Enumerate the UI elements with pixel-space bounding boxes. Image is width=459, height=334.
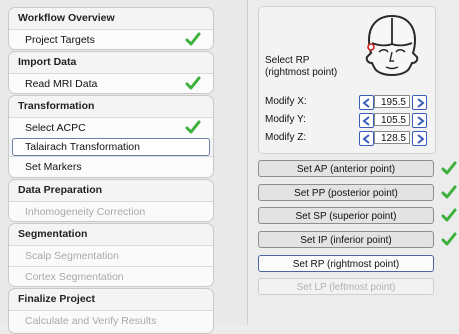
set-ap-button[interactable]: Set AP (anterior point) [258,160,434,177]
group-data-preparation: Data Preparation Inhomogeneity Correctio… [8,179,214,222]
step-set-markers[interactable]: Set Markers [9,156,213,177]
arrow-left-icon [362,134,370,144]
arrow-right-icon [417,134,425,144]
modify-x-stepper: 195.5 [359,95,427,110]
modify-y-value[interactable]: 105.5 [374,113,410,126]
set-ip-button[interactable]: Set IP (inferior point) [258,231,434,248]
arrow-left-icon [362,98,370,108]
group-transformation: Transformation Select ACPC Talairach Tra… [8,95,214,178]
modify-z-label: Modify Z: [265,132,307,143]
group-finalize-project: Finalize Project Calculate and Verify Re… [8,288,214,334]
set-sp-button[interactable]: Set SP (superior point) [258,207,434,224]
step-label: Cortex Segmentation [25,271,124,283]
checkmark-icon [441,185,457,199]
arrow-right-icon [417,116,425,126]
step-inhomogeneity-correction: Inhomogeneity Correction [9,201,213,221]
head-front-view-icon [365,14,419,77]
step-cortex-segmentation: Cortex Segmentation [9,266,213,286]
select-point-sublabel: (rightmost point) [265,67,338,78]
decrement-y-button[interactable] [359,113,374,128]
checkmark-icon [441,161,457,175]
modify-y-label: Modify Y: [265,114,306,125]
modify-z-stepper: 128.5 [359,131,427,146]
modify-x-value[interactable]: 195.5 [374,95,410,108]
step-project-targets[interactable]: Project Targets [9,29,213,49]
arrow-left-icon [362,116,370,126]
set-rp-button[interactable]: Set RP (rightmost point) [258,255,434,272]
step-label: Inhomogeneity Correction [25,206,146,218]
step-label: Scalp Segmentation [25,250,119,262]
step-label: Set Markers [25,161,82,173]
step-select-acpc[interactable]: Select ACPC [9,117,213,138]
step-label: Project Targets [25,34,95,46]
set-lp-button: Set LP (leftmost point) [258,278,434,295]
group-title: Segmentation [18,228,88,240]
group-workflow-overview: Workflow Overview Project Targets [8,7,214,50]
step-label: Talairach Transformation [25,141,140,153]
step-label: Read MRI Data [25,78,98,90]
arrow-right-icon [417,98,425,108]
step-label: Select ACPC [25,122,86,134]
increment-y-button[interactable] [412,113,427,128]
step-calculate-verify-results: Calculate and Verify Results [9,310,213,331]
group-title: Workflow Overview [18,12,115,24]
workflow-panel: Workflow Overview Project Targets Import… [0,0,247,334]
checkmark-icon [185,120,201,134]
checkmark-icon [441,232,457,246]
modify-x-label: Modify X: [265,96,307,107]
group-title: Transformation [18,100,95,112]
group-title: Data Preparation [18,184,103,196]
set-pp-button[interactable]: Set PP (posterior point) [258,184,434,201]
step-read-mri-data[interactable]: Read MRI Data [9,73,213,93]
modify-z-value[interactable]: 128.5 [374,131,410,144]
step-scalp-segmentation: Scalp Segmentation [9,245,213,266]
group-title: Import Data [18,56,77,68]
step-talairach-transformation[interactable]: Talairach Transformation [12,138,210,156]
increment-z-button[interactable] [412,131,427,146]
group-segmentation: Segmentation Scalp Segmentation Cortex S… [8,223,214,287]
step-label: Calculate and Verify Results [25,315,157,327]
checkmark-icon [441,208,457,222]
panel-divider [247,0,248,325]
select-point-label: Select RP [265,55,310,66]
group-import-data: Import Data Read MRI Data [8,51,214,94]
checkmark-icon [185,76,201,90]
group-title: Finalize Project [18,293,96,305]
increment-x-button[interactable] [412,95,427,110]
decrement-z-button[interactable] [359,131,374,146]
decrement-x-button[interactable] [359,95,374,110]
checkmark-icon [185,32,201,46]
modify-y-stepper: 105.5 [359,113,427,128]
